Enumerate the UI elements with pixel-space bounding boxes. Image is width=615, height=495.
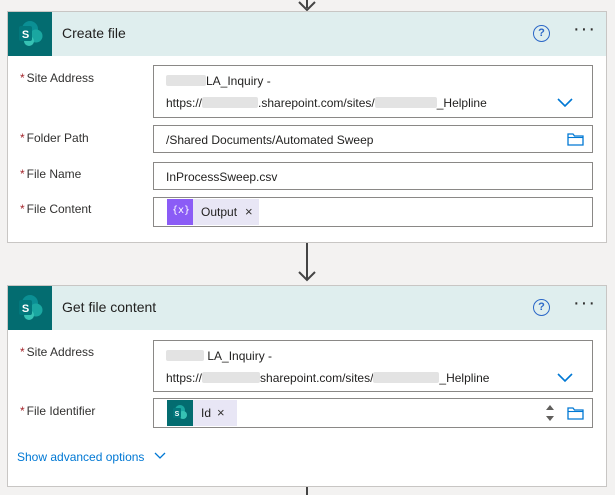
get-file-content-card: S Get file content ? ··· * Site Address L…: [7, 285, 607, 487]
more-ellipsis-icon[interactable]: ···: [573, 292, 596, 315]
card-title: Create file: [62, 25, 126, 41]
question-circle-icon[interactable]: ?: [533, 25, 550, 42]
folder-path-value: /Shared Documents/Automated Sweep: [166, 133, 374, 147]
sharepoint-icon: S: [8, 12, 52, 56]
site-address-line1: LA_Inquiry -: [166, 74, 271, 88]
site-address-line2: https://sharepoint.com/sites/_Helpline: [166, 371, 490, 385]
id-token[interactable]: S Id ×: [167, 400, 237, 426]
redacted-block: [166, 75, 206, 86]
redacted-block: [374, 97, 437, 108]
redacted-block: [166, 350, 204, 361]
site-address-label: * Site Address: [20, 71, 95, 85]
svg-text:S: S: [22, 29, 29, 41]
sharepoint-icon: S: [167, 400, 193, 426]
file-identifier-input[interactable]: S Id ×: [153, 398, 593, 428]
question-circle-icon[interactable]: ?: [533, 299, 550, 316]
site-address-line1: LA_Inquiry -: [166, 349, 272, 363]
connector-line-bottom: [306, 487, 308, 495]
variable-icon: {x}: [167, 199, 193, 225]
file-name-label: * File Name: [20, 167, 82, 181]
file-name-input[interactable]: InProcessSweep.csv: [153, 162, 593, 190]
site-address-field[interactable]: LA_Inquiry - https://sharepoint.com/site…: [153, 340, 593, 392]
chevron-down-icon[interactable]: [556, 96, 574, 108]
more-ellipsis-icon[interactable]: ···: [573, 18, 596, 41]
create-file-card: S Create file ? ··· * Site Address LA_Inq…: [7, 11, 607, 243]
chevron-down-icon[interactable]: [556, 371, 574, 383]
folder-icon[interactable]: [567, 132, 584, 146]
output-token[interactable]: {x} Output ×: [167, 199, 259, 225]
token-label: Output: [201, 205, 238, 219]
redacted-block: [202, 97, 259, 108]
folder-icon[interactable]: [567, 406, 584, 420]
folder-path-label: * Folder Path: [20, 131, 89, 145]
folder-path-input[interactable]: /Shared Documents/Automated Sweep: [153, 125, 593, 153]
card-header[interactable]: S Create file ? ···: [8, 12, 606, 56]
site-address-line2: https://.sharepoint.com/sites/_Helpline: [166, 96, 487, 110]
stepper-icon[interactable]: [545, 403, 555, 423]
svg-text:S: S: [22, 303, 29, 315]
sharepoint-icon: S: [8, 286, 52, 330]
redacted-block: [373, 372, 440, 383]
svg-text:S: S: [175, 411, 180, 418]
remove-token-icon[interactable]: ×: [217, 405, 225, 420]
file-content-label: * File Content: [20, 202, 92, 216]
site-address-field[interactable]: LA_Inquiry - https://.sharepoint.com/sit…: [153, 65, 593, 118]
show-advanced-options-link[interactable]: Show advanced options: [17, 450, 166, 464]
redacted-block: [202, 372, 261, 383]
chevron-down-icon: [154, 452, 166, 459]
file-content-input[interactable]: {x} Output ×: [153, 197, 593, 227]
arrow-down-icon: [298, 271, 316, 282]
card-title: Get file content: [62, 299, 157, 315]
file-name-value: InProcessSweep.csv: [166, 170, 278, 184]
token-label: Id: [201, 406, 212, 420]
remove-token-icon[interactable]: ×: [245, 204, 253, 219]
site-address-label: * Site Address: [20, 345, 95, 359]
file-identifier-label: * File Identifier: [20, 404, 96, 418]
card-header[interactable]: S Get file content ? ···: [8, 286, 606, 330]
